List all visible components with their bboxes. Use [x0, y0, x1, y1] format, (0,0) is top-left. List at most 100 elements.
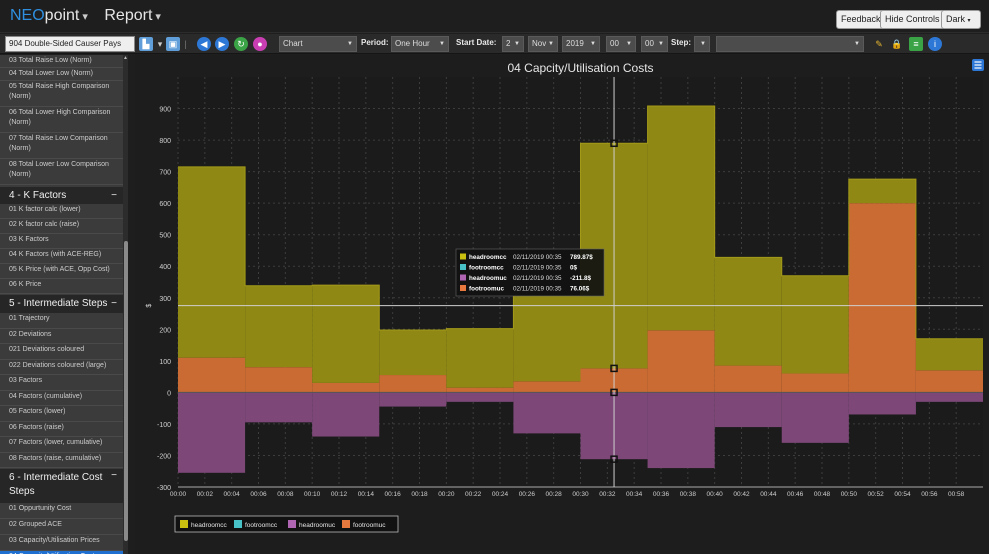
sidebar-item[interactable]: 02 Grouped ACE	[0, 519, 123, 535]
period-chevron-down-icon: ▼	[439, 41, 445, 47]
x-tick-label: 00:52	[868, 491, 885, 498]
sidebar-item[interactable]: 06 Factors (raise)	[0, 422, 123, 437]
x-tick-label: 00:18	[411, 491, 428, 498]
legend-label: headroomcc	[191, 522, 228, 529]
lock-icon[interactable]: 🔒	[890, 37, 904, 51]
brand-chevron-down-icon: ▾	[82, 11, 88, 23]
collapse-icon[interactable]: −	[111, 187, 117, 204]
month-select[interactable]: Nov ▼	[528, 36, 558, 52]
view-select-value: Chart	[283, 39, 303, 48]
area-headroomuc	[379, 392, 447, 407]
area-headroomuc	[714, 392, 782, 428]
sidebar-section-header[interactable]: 6 - Intermediate Cost Steps −	[0, 469, 123, 503]
minute-chevron-down-icon: ▼	[658, 41, 664, 47]
tooltip-time: 02/11/2019 00:35	[513, 265, 562, 272]
forward-icon[interactable]: ▶	[215, 37, 229, 51]
x-tick-label: 00:36	[653, 491, 670, 498]
area-headroomcc	[312, 285, 380, 383]
view-select[interactable]: Chart ▼	[279, 36, 357, 52]
sidebar-section-header[interactable]: 5 - Intermediate Steps −	[0, 295, 123, 313]
area-headroomcc	[647, 106, 715, 331]
legend-label: headroomuc	[299, 522, 336, 529]
area-headroomcc	[178, 166, 246, 358]
x-tick-label: 00:40	[707, 491, 724, 498]
legend-item[interactable]: headroomuc	[288, 520, 336, 529]
sidebar-item[interactable]: 04 Total Lower Low (Norm)	[0, 68, 123, 81]
sidebar-item[interactable]: 05 Factors (lower)	[0, 406, 123, 422]
sidebar-item[interactable]: 06 Total Lower High Comparison (Norm)	[0, 107, 123, 133]
sidebar-item[interactable]: 05 K Price (with ACE, Opp Cost)	[0, 264, 123, 279]
sidebar-item[interactable]: 01 Trajectory	[0, 313, 123, 329]
brand-menu[interactable]: NEOpoint ▾ Report ▾	[10, 7, 161, 25]
minute-select[interactable]: 00 ▼	[641, 36, 668, 52]
save-icon[interactable]: ▣	[166, 37, 180, 51]
x-tick-label: 00:00	[170, 491, 187, 498]
info-icon[interactable]: i	[928, 37, 942, 51]
tooltip-time: 02/11/2019 00:35	[513, 254, 562, 261]
x-tick-label: 00:04	[224, 491, 241, 498]
x-tick-label: 00:08	[277, 491, 294, 498]
theme-select[interactable]: Dark ▾	[941, 10, 981, 29]
collapse-icon[interactable]: −	[111, 469, 117, 483]
sidebar-item[interactable]: 03 Factors	[0, 375, 123, 391]
x-tick-label: 00:44	[760, 491, 777, 498]
pin-icon[interactable]: ✎	[872, 37, 886, 51]
sidebar-item[interactable]: 01 K factor calc (lower)	[0, 204, 123, 219]
area-footroomuc	[781, 373, 849, 393]
filter-select[interactable]: ▼	[716, 36, 864, 52]
sidebar-item[interactable]: 01 Oppurtunity Cost	[0, 503, 123, 519]
legend-item[interactable]: footroomuc	[342, 520, 386, 529]
report-select[interactable]: 904 Double-Sided Causer Pays	[5, 36, 135, 52]
sidebar-item[interactable]: 07 Factors (lower, cumulative)	[0, 437, 123, 453]
view-chevron-down-icon: ▼	[347, 41, 353, 47]
x-tick-label: 00:22	[465, 491, 482, 498]
chart-type-icon[interactable]: ▙	[139, 37, 153, 51]
period-select[interactable]: One Hour ▼	[391, 36, 449, 52]
sidebar-item[interactable]: 06 K Price	[0, 279, 123, 294]
area-footroomuc	[714, 365, 782, 393]
collapse-icon[interactable]: −	[111, 295, 117, 313]
scroll-up-icon[interactable]: ▲	[123, 55, 128, 63]
sidebar-item[interactable]: 07 Total Raise Low Comparison (Norm)	[0, 133, 123, 159]
feedback-button[interactable]: Feedback	[836, 10, 886, 29]
hide-controls-button[interactable]: Hide Controls	[880, 10, 945, 29]
tooltip-time: 02/11/2019 00:35	[513, 275, 562, 282]
back-icon[interactable]: ◀	[197, 37, 211, 51]
report-menu-label[interactable]: Report	[104, 7, 152, 24]
table-icon[interactable]: ≡	[909, 37, 923, 51]
refresh-icon[interactable]: ↻	[234, 37, 248, 51]
sidebar-item[interactable]: 02 K factor calc (raise)	[0, 219, 123, 234]
sidebar-item[interactable]: 03 Total Raise Low (Norm)	[0, 55, 123, 68]
sidebar-item[interactable]: 04 K Factors (with ACE-REG)	[0, 249, 123, 264]
legend: headroomcc footroomcc headroomuc footroomuc	[174, 515, 399, 533]
x-tick-label: 00:58	[948, 491, 965, 498]
sidebar-item[interactable]: 03 K Factors	[0, 234, 123, 249]
sidebar-item[interactable]: 021 Deviations coloured	[0, 344, 123, 360]
sidebar-item[interactable]: 02 Deviations	[0, 329, 123, 344]
sidebar-item[interactable]: 04 Factors (cumulative)	[0, 391, 123, 406]
hour-select[interactable]: 00 ▼	[606, 36, 636, 52]
sidebar-item[interactable]: 05 Total Raise High Comparison (Norm)	[0, 81, 123, 107]
y-tick-label: 700	[159, 170, 171, 177]
x-tick-label: 00:48	[814, 491, 831, 498]
sidebar-section-header[interactable]: 4 - K Factors −	[0, 187, 123, 204]
sidebar-scroll-thumb[interactable]	[124, 241, 128, 541]
year-select[interactable]: 2019 ▼	[562, 36, 600, 52]
sidebar-item[interactable]: 08 Factors (raise, cumulative)	[0, 453, 123, 468]
area-headroomuc	[513, 392, 581, 434]
theme-chevron-down-icon: ▾	[967, 18, 971, 24]
record-icon[interactable]: ●	[253, 37, 267, 51]
x-tick-label: 00:46	[787, 491, 804, 498]
sidebar-item[interactable]: 022 Deviations coloured (large)	[0, 360, 123, 375]
sidebar-item[interactable]: 03 Capacity/Utilisation Prices	[0, 535, 123, 551]
chart-type-chevron-down-icon[interactable]: ▾	[156, 37, 164, 51]
day-select[interactable]: 2 ▼	[502, 36, 524, 52]
sidebar-item[interactable]: 08 Total Lower Low Comparison (Norm)	[0, 159, 123, 185]
legend-item[interactable]: headroomcc	[180, 520, 228, 529]
report-select-value: 904 Double-Sided Causer Pays	[9, 39, 122, 48]
month-chevron-down-icon: ▼	[548, 41, 554, 47]
step-select[interactable]: ▼	[694, 36, 710, 52]
area-footroomuc	[848, 203, 916, 393]
legend-item[interactable]: footroomcc	[234, 520, 278, 529]
menu-icon[interactable]	[972, 59, 984, 71]
